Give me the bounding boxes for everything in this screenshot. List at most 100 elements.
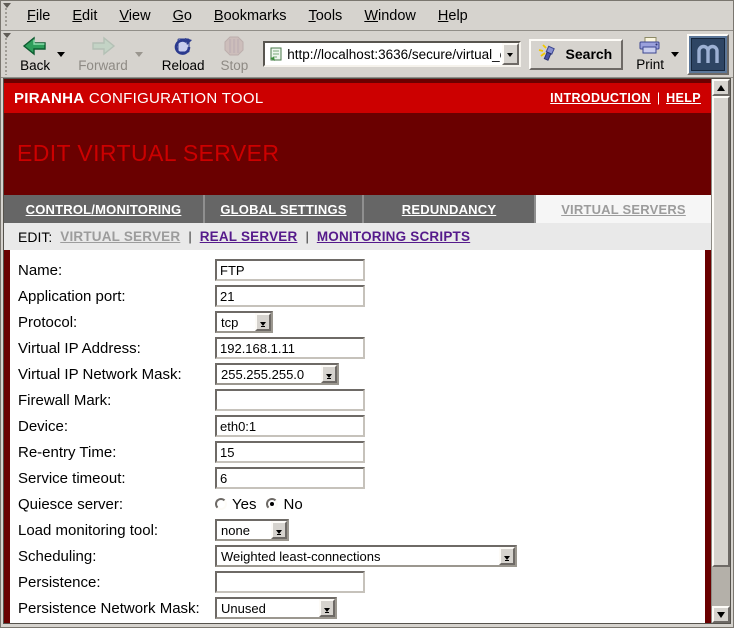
url-input[interactable] (286, 47, 501, 62)
select-value: Weighted least-connections (217, 547, 499, 565)
menubar-grippy[interactable] (3, 3, 13, 28)
tab-bar: CONTROL/MONITORINGGLOBAL SETTINGS REDUNDA… (4, 195, 711, 223)
menu-bar: FileEditViewGoBookmarksToolsWindowHelp (1, 1, 733, 31)
printer-icon (637, 37, 663, 58)
menu-edit[interactable]: Edit (61, 7, 108, 25)
banner-link-introduction[interactable]: INTRODUCTION (550, 91, 651, 105)
tab-global-settings[interactable]: GLOBAL SETTINGS (205, 195, 364, 223)
forward-button[interactable]: Forward (73, 35, 133, 73)
subnav-separator: | (305, 229, 308, 244)
protocol-select[interactable]: tcp (215, 311, 273, 333)
back-dropdown-arrow[interactable] (57, 52, 65, 61)
persistence-input[interactable] (215, 571, 365, 593)
tab-label: REDUNDANCY (402, 202, 496, 217)
dropdown-arrow-icon[interactable] (319, 599, 335, 617)
banner-separator: | (657, 91, 660, 105)
stop-button[interactable]: Stop (215, 35, 253, 73)
mozilla-logo[interactable] (687, 34, 729, 75)
piranha-page: PIRANHA CONFIGURATION TOOL INTRODUCTION|… (4, 79, 711, 623)
application-port-input[interactable] (215, 285, 365, 307)
form-row: Load monitoring tool:none (18, 517, 705, 543)
menu-file[interactable]: File (16, 7, 61, 25)
tab-redundancy[interactable]: REDUNDANCY (364, 195, 536, 223)
reload-button[interactable]: Reload (157, 35, 210, 73)
field-label: Application port: (18, 288, 215, 305)
form-row: Quiesce server: Yes No (18, 491, 705, 517)
field-label: Persistence Network Mask: (18, 600, 215, 617)
form-row: Protocol:tcp (18, 309, 705, 335)
brand-subtitle: CONFIGURATION TOOL (84, 90, 263, 107)
dropdown-arrow-icon[interactable] (321, 365, 337, 383)
subnav-separator: | (188, 229, 191, 244)
scroll-down-button[interactable] (712, 606, 730, 623)
dropdown-arrow-icon[interactable] (271, 521, 287, 539)
field-label: Device: (18, 418, 215, 435)
select-value: Unused (217, 599, 319, 617)
load-monitoring-tool-select[interactable]: none (215, 519, 289, 541)
radio-label: Yes (232, 496, 256, 513)
menu-go[interactable]: Go (162, 7, 203, 25)
quiesce-server-no-radio[interactable]: No (266, 496, 302, 513)
name-input[interactable] (215, 259, 365, 281)
menu-bookmarks[interactable]: Bookmarks (203, 7, 298, 25)
field-label: Name: (18, 262, 215, 279)
scheduling-select[interactable]: Weighted least-connections (215, 545, 517, 567)
scrollbar-track[interactable] (712, 567, 730, 606)
tab-control-monitoring[interactable]: CONTROL/MONITORING (4, 195, 205, 223)
scrollbar-thumb[interactable] (712, 96, 730, 567)
device-input[interactable] (215, 415, 365, 437)
form-row: Scheduling:Weighted least-connections (18, 543, 705, 569)
subnav-prefix: EDIT: (18, 229, 52, 245)
form-row: Persistence: (18, 569, 705, 595)
subnav-link-monitoring-scripts[interactable]: MONITORING SCRIPTS (317, 229, 470, 244)
virtual-ip-network-mask-select[interactable]: 255.255.255.0 (215, 363, 339, 385)
dropdown-arrow-icon[interactable] (255, 313, 271, 331)
form-row: Firewall Mark: (18, 387, 705, 413)
select-value: 255.255.255.0 (217, 365, 321, 383)
vertical-scrollbar (711, 79, 730, 623)
field-label: Firewall Mark: (18, 392, 215, 409)
print-dropdown-arrow[interactable] (671, 52, 679, 61)
toolbar-grippy[interactable] (3, 33, 12, 75)
page-title: EDIT VIRTUAL SERVER (17, 141, 711, 165)
scroll-up-button[interactable] (712, 79, 730, 96)
radio-circle (215, 498, 227, 510)
field-label: Virtual IP Network Mask: (18, 366, 215, 383)
re-entry-time-input[interactable] (215, 441, 365, 463)
select-value: none (217, 521, 271, 539)
bookmark-page-icon[interactable] (269, 46, 283, 62)
field-label: Quiesce server: (18, 496, 215, 513)
print-button[interactable]: Print (631, 36, 669, 72)
radio-label: No (283, 496, 302, 513)
subnav-link-real-server[interactable]: REAL SERVER (200, 229, 298, 244)
url-dropdown-button[interactable] (502, 43, 519, 65)
menu-help[interactable]: Help (427, 7, 479, 25)
form-row: Device: (18, 413, 705, 439)
url-bar (263, 41, 520, 67)
stop-icon (224, 36, 244, 59)
banner-link-help[interactable]: HELP (666, 91, 701, 105)
form-row: Application port: (18, 283, 705, 309)
field-label: Virtual IP Address: (18, 340, 215, 357)
tab-label: VIRTUAL SERVERS (561, 202, 686, 217)
firewall-mark-input[interactable] (215, 389, 365, 411)
virtual-ip-address-input[interactable] (215, 337, 365, 359)
service-timeout-input[interactable] (215, 467, 365, 489)
quiesce-server-yes-radio[interactable]: Yes (215, 496, 256, 513)
menu-window[interactable]: Window (353, 7, 427, 25)
field-label: Load monitoring tool: (18, 522, 215, 539)
mozilla-m-icon (691, 38, 725, 71)
menu-tools[interactable]: Tools (297, 7, 353, 25)
forward-icon (90, 36, 116, 59)
form-row: Persistence Network Mask:Unused (18, 595, 705, 621)
tab-virtual-servers[interactable]: VIRTUAL SERVERS (536, 195, 711, 223)
navigation-toolbar: Back Forward Reload Stop (1, 31, 733, 78)
form-row: Service timeout: (18, 465, 705, 491)
dropdown-arrow-icon[interactable] (499, 547, 515, 565)
flashlight-icon (537, 44, 561, 65)
back-button[interactable]: Back (15, 35, 55, 73)
search-button[interactable]: Search (529, 39, 624, 70)
persistence-network-mask-select[interactable]: Unused (215, 597, 337, 619)
menu-view[interactable]: View (108, 7, 161, 25)
forward-dropdown-arrow[interactable] (135, 52, 143, 61)
